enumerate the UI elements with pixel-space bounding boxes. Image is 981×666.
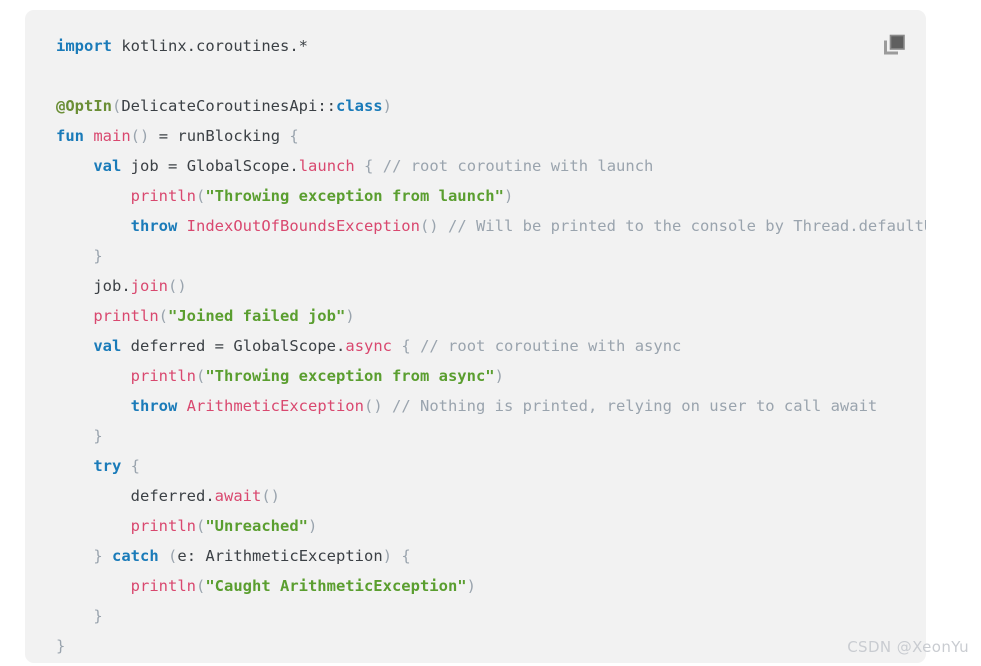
- token-paren: (): [261, 487, 280, 505]
- token-string-throwing-launch: "Throwing exception from launch": [205, 187, 504, 205]
- token-operator-eq: =: [214, 337, 225, 355]
- token-paren: (: [168, 547, 178, 565]
- token-dot: .: [121, 277, 131, 295]
- token-brace: {: [364, 157, 374, 175]
- token-annotation-optin: @OptIn: [56, 97, 112, 115]
- token-string-unreached: "Unreached": [205, 517, 308, 535]
- code-scroll-area[interactable]: import kotlinx.coroutines.* @OptIn(Delic…: [25, 10, 926, 663]
- token-object-globalscope: GlobalScope: [186, 157, 290, 175]
- token-function-join: join: [130, 277, 168, 295]
- token-function-println: println: [130, 187, 196, 205]
- token-keyword-throw: throw: [130, 397, 178, 415]
- token-keyword-try: try: [93, 457, 122, 475]
- token-paren: (: [195, 517, 206, 535]
- token-paren: (): [363, 397, 383, 415]
- token-keyword-import: import: [56, 37, 112, 55]
- token-string-throwing-async: "Throwing exception from async": [205, 367, 495, 385]
- token-paren: (): [130, 127, 150, 145]
- token-function-launch: launch: [298, 157, 355, 175]
- token-dot: .: [205, 487, 215, 505]
- token-brace: }: [93, 247, 103, 265]
- code-block-card: import kotlinx.coroutines.* @OptIn(Delic…: [25, 10, 926, 663]
- copy-icon: [884, 34, 905, 55]
- token-keyword-throw: throw: [130, 217, 178, 235]
- token-operator-eq: =: [158, 127, 169, 145]
- token-type-arithmeticexception: ArithmeticException: [186, 397, 364, 415]
- token-dot: .: [336, 337, 346, 355]
- token-string-joined-failed-job: "Joined failed job": [168, 307, 346, 325]
- token-type-indexoutofboundsexception: IndexOutOfBoundsException: [186, 217, 420, 235]
- token-paren: ): [494, 367, 504, 385]
- token-function-runblocking: runBlocking: [177, 127, 281, 145]
- token-paren: (): [168, 277, 187, 295]
- token-keyword-val: val: [93, 337, 122, 355]
- code-content: import kotlinx.coroutines.* @OptIn(Delic…: [25, 10, 926, 661]
- token-function-await: await: [214, 487, 262, 505]
- token-var-deferred: deferred: [130, 487, 206, 505]
- token-keyword-class: class: [335, 97, 383, 115]
- token-paren: (): [419, 217, 439, 235]
- watermark-label: CSDN @XeonYu: [847, 638, 969, 656]
- token-paren: (: [112, 97, 122, 115]
- token-paren: ): [503, 187, 514, 205]
- token-keyword-catch: catch: [112, 547, 159, 565]
- token-brace: }: [93, 547, 103, 565]
- token-paren: ): [345, 307, 355, 325]
- token-brace: {: [289, 127, 299, 145]
- token-operator-eq: =: [168, 157, 178, 175]
- token-function-println: println: [93, 307, 159, 325]
- token-paren: ): [466, 577, 476, 595]
- token-var-deferred: deferred: [130, 337, 206, 355]
- token-brace: }: [56, 637, 66, 655]
- token-param-e: e: ArithmeticException: [177, 547, 383, 565]
- screenshot-root: import kotlinx.coroutines.* @OptIn(Delic…: [0, 0, 981, 666]
- token-colon-colon: ::: [317, 97, 336, 115]
- token-function-println: println: [130, 577, 196, 595]
- token-object-globalscope: GlobalScope: [233, 337, 337, 355]
- token-package-path: kotlinx.coroutines.*: [121, 37, 308, 55]
- token-function-main: main: [93, 127, 131, 145]
- token-paren: (: [195, 577, 206, 595]
- token-comment-nothing-printed: // Nothing is printed, relying on user t…: [392, 397, 878, 415]
- token-string-caught-arithmeticexception: "Caught ArithmeticException": [205, 577, 467, 595]
- token-brace: }: [93, 427, 103, 445]
- token-brace: {: [401, 547, 411, 565]
- token-keyword-val: val: [93, 157, 122, 175]
- token-var-job: job: [93, 277, 122, 295]
- token-comment-root-launch: // root coroutine with launch: [382, 157, 654, 175]
- token-paren: (: [158, 307, 168, 325]
- token-var-job: job: [130, 157, 159, 175]
- token-function-async: async: [345, 337, 393, 355]
- token-function-println: println: [130, 517, 196, 535]
- token-paren: (: [195, 367, 206, 385]
- token-paren: ): [382, 547, 393, 565]
- token-brace: {: [401, 337, 411, 355]
- token-comment-root-async: // root coroutine with async: [420, 337, 682, 355]
- token-function-println: println: [130, 367, 196, 385]
- token-brace: }: [93, 607, 103, 625]
- token-paren: (: [195, 187, 206, 205]
- copy-code-button[interactable]: [882, 32, 908, 58]
- token-type-delicatecoroutinesapi: DelicateCoroutinesApi: [121, 97, 318, 115]
- token-paren: ): [307, 517, 318, 535]
- token-comment-will-be-printed: // Will be printed to the console by Thr…: [447, 217, 926, 235]
- token-dot: .: [289, 157, 299, 175]
- token-paren: ): [382, 97, 392, 115]
- token-brace: {: [130, 457, 141, 475]
- token-keyword-fun: fun: [56, 127, 84, 145]
